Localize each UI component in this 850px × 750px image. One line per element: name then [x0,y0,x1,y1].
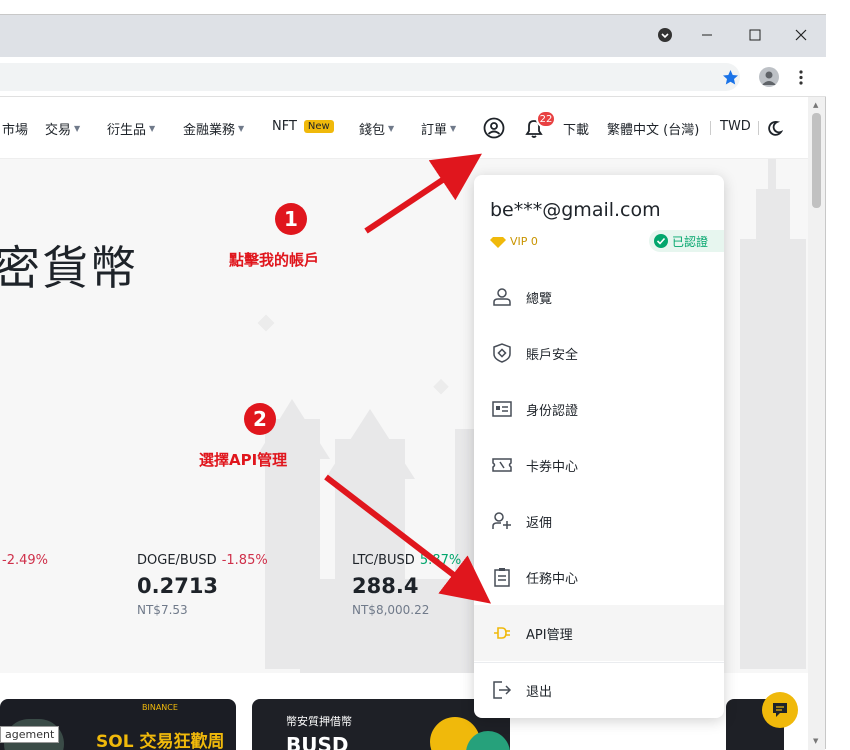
annotation-arrows [324,153,492,604]
maximize-icon [749,29,761,41]
tab-search-button[interactable] [650,21,680,49]
chat-support-button[interactable] [762,692,798,728]
title-bar [0,15,826,57]
step-2-text: 選擇API管理 [199,451,288,469]
browser-window: 市場 交易 ▼ 衍生品 ▼ 金融業務 ▼ NFT New 錢包 ▼ 訂單 ▼ 22 下載 繁… [0,14,826,750]
maximize-button[interactable] [740,21,770,49]
page-viewport: 市場 交易 ▼ 衍生品 ▼ 金融業務 ▼ NFT New 錢包 ▼ 訂單 ▼ 22 下載 繁… [0,97,808,750]
close-icon [795,29,807,41]
address-bar[interactable] [0,63,740,91]
chat-icon [773,703,787,717]
arrow-to-api [324,474,492,604]
minimize-button[interactable] [692,21,722,49]
profile-avatar[interactable] [759,67,779,87]
status-tooltip: agement [0,726,60,743]
scrollbar-thumb[interactable] [812,113,821,208]
minimize-icon [702,34,712,36]
step-1-text: 點擊我的帳戶 [229,251,320,269]
person-icon [762,71,776,85]
step-1-marker: 1 [275,203,307,235]
bookmark-star-icon[interactable] [722,69,739,86]
chevron-circle-icon [658,28,672,42]
address-bar-row [0,57,826,97]
step-2-marker: 2 [244,403,276,435]
kebab-menu-icon[interactable] [798,69,804,86]
scroll-down-icon[interactable]: ▼ [813,737,818,745]
vertical-scrollbar[interactable]: ▲ ▼ [808,97,825,750]
arrow-to-account [364,153,482,234]
scroll-up-icon[interactable]: ▲ [813,101,818,109]
close-button[interactable] [786,21,816,49]
